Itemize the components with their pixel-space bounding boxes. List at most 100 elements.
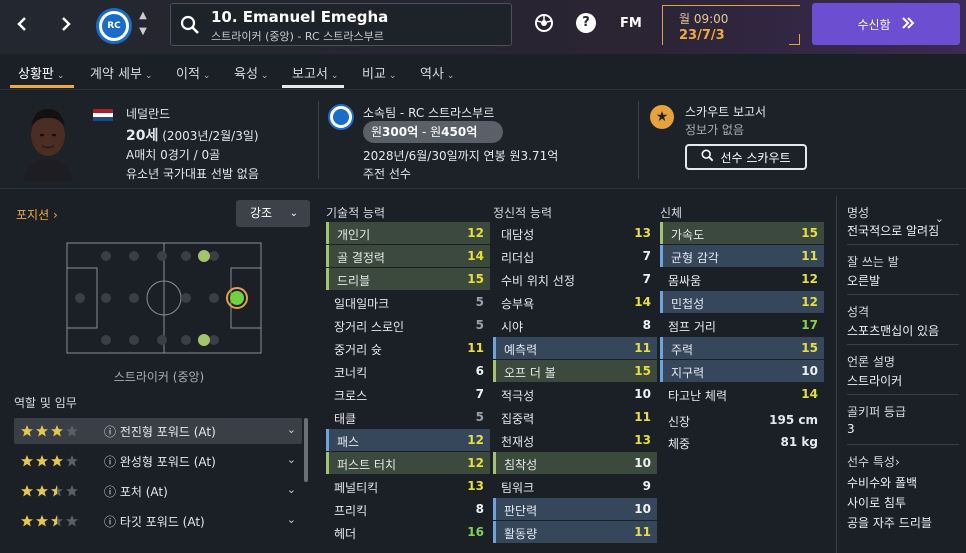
- tab-compare[interactable]: 비교 ⌄: [362, 63, 396, 82]
- player-photo: [18, 101, 78, 181]
- ball-icon[interactable]: [534, 13, 554, 36]
- role-name: 타깃 포워드 (At): [119, 515, 205, 529]
- attribute-value: 13: [634, 226, 651, 240]
- attribute-row[interactable]: 활동량 11: [493, 521, 657, 543]
- tab-active-indicator: [10, 85, 74, 88]
- roles-scrollbar[interactable]: [304, 418, 308, 482]
- attribute-row[interactable]: 집중력 11: [493, 406, 657, 428]
- divider: [847, 394, 959, 395]
- attribute-row[interactable]: 골 결정력 14: [326, 245, 490, 267]
- attribute-row[interactable]: 드리블 15: [326, 268, 490, 290]
- attribute-row[interactable]: 프리킥 8: [326, 498, 490, 520]
- help-icon[interactable]: ?: [576, 13, 596, 33]
- back-arrow-icon[interactable]: [8, 10, 36, 38]
- club-crest-small[interactable]: [328, 104, 354, 130]
- attribute-row[interactable]: 침착성 10: [493, 452, 657, 474]
- reputation-value: 전국적으로 알려짐: [847, 224, 940, 238]
- attribute-name: 대담성: [501, 228, 535, 242]
- chevron-down-icon[interactable]: ⌄: [287, 513, 296, 526]
- player-header-box[interactable]: 10. Emanuel Emegha 스트라이커 (중앙) - RC 스트라스부…: [170, 3, 512, 46]
- attribute-value: 9: [642, 479, 651, 493]
- tab-development[interactable]: 육성 ⌄: [234, 63, 268, 82]
- role-row[interactable]: ⓘ 전진형 포워드 (At) ⌄: [14, 418, 302, 444]
- attribute-row[interactable]: 시야 8: [493, 314, 657, 336]
- attribute-row[interactable]: 적극성 10: [493, 383, 657, 405]
- attribute-row[interactable]: 수비 위치 선정 7: [493, 268, 657, 290]
- attribute-row[interactable]: 승부욕 14: [493, 291, 657, 313]
- attribute-row[interactable]: 태클 5: [326, 406, 490, 428]
- chevron-down-icon[interactable]: ⌄: [287, 483, 296, 496]
- tab-history[interactable]: 역사 ⌄: [420, 63, 454, 82]
- attribute-value: 6: [475, 364, 484, 378]
- attribute-name: 집중력: [501, 412, 535, 426]
- role-stars: [20, 514, 80, 531]
- attribute-name: 지구력: [671, 366, 705, 380]
- attribute-row[interactable]: 중거리 슛 11: [326, 337, 490, 359]
- attribute-row[interactable]: 크로스 7: [326, 383, 490, 405]
- attribute-value: 5: [475, 318, 484, 332]
- highlight-dropdown[interactable]: 강조 ⌄: [236, 200, 310, 227]
- player-switcher[interactable]: ▲ ▼: [136, 8, 150, 40]
- attribute-row[interactable]: 타고난 체력 14: [660, 383, 824, 405]
- role-row[interactable]: ⓘ 포처 (At) ⌄: [14, 478, 302, 504]
- forward-arrow-icon[interactable]: [52, 10, 80, 38]
- attribute-row[interactable]: 퍼스트 터치 12: [326, 452, 490, 474]
- attribute-row[interactable]: 주력 15: [660, 337, 824, 359]
- attribute-value: 12: [801, 295, 818, 309]
- search-icon[interactable]: [180, 15, 200, 38]
- media-label: 언론 설명: [847, 355, 895, 369]
- tab-label: 역사: [420, 67, 444, 82]
- attribute-name: 드리블: [337, 274, 371, 288]
- tab-overview[interactable]: 상황판 ⌄: [18, 63, 64, 82]
- attribute-row[interactable]: 천재성 13: [493, 429, 657, 451]
- chevron-up-icon[interactable]: ▲: [136, 8, 150, 24]
- tab-contract[interactable]: 계약 세부 ⌄: [90, 63, 153, 82]
- attribute-row[interactable]: 일대일마크 5: [326, 291, 490, 313]
- role-row[interactable]: ⓘ 타깃 포워드 (At) ⌄: [14, 508, 302, 534]
- attribute-row[interactable]: 지구력 10: [660, 360, 824, 382]
- attribute-row[interactable]: 대담성 13: [493, 222, 657, 244]
- attribute-row[interactable]: 리더십 7: [493, 245, 657, 267]
- attribute-row[interactable]: 균형 감각 11: [660, 245, 824, 267]
- inbox-button[interactable]: 수신함: [812, 3, 960, 45]
- attribute-row[interactable]: 판단력 10: [493, 498, 657, 520]
- attribute-value: 16: [467, 525, 484, 539]
- chevron-down-icon[interactable]: ▼: [136, 24, 150, 40]
- club-crest[interactable]: RC: [96, 8, 132, 44]
- role-row[interactable]: ⓘ 완성형 포워드 (At) ⌄: [14, 448, 302, 474]
- position-title[interactable]: 포지션 ›: [16, 206, 58, 223]
- scout-report-title: 스카우트 보고서: [685, 105, 767, 119]
- club-name[interactable]: 소속팀 - RC 스트라스부르: [363, 104, 494, 121]
- attribute-row[interactable]: 점프 거리 17: [660, 314, 824, 336]
- chevron-down-icon[interactable]: ⌄: [287, 453, 296, 466]
- attribute-row[interactable]: 페널티킥 13: [326, 475, 490, 497]
- tab-reports[interactable]: 보고서 ⌄: [292, 63, 338, 82]
- date-panel[interactable]: 월 09:00 23/7/3: [662, 5, 800, 45]
- attribute-row[interactable]: 코너킥 6: [326, 360, 490, 382]
- chevron-down-icon[interactable]: ⌄: [287, 423, 296, 436]
- attribute-value: 11: [467, 341, 484, 355]
- value-high: 450억: [441, 125, 478, 139]
- tab-transfer[interactable]: 이적 ⌄: [176, 63, 210, 82]
- attribute-row[interactable]: 패스 12: [326, 429, 490, 451]
- transfer-value: 원300억 - 원450억: [363, 121, 503, 143]
- attribute-row[interactable]: 예측력 11: [493, 337, 657, 359]
- a-caps: A매치 0경기 / 0골: [126, 148, 221, 162]
- attribute-row[interactable]: 민첩성 12: [660, 291, 824, 313]
- attribute-row[interactable]: 팀워크 9: [493, 475, 657, 497]
- attribute-row[interactable]: 오프 더 볼 15: [493, 360, 657, 382]
- attribute-name: 일대일마크: [334, 297, 390, 311]
- scout-player-button[interactable]: 선수 스카우트: [685, 144, 807, 170]
- attribute-row[interactable]: 몸싸움 12: [660, 268, 824, 290]
- attribute-row[interactable]: 가속도 15: [660, 222, 824, 244]
- attribute-name: 예측력: [504, 343, 538, 357]
- attribute-row[interactable]: 장거리 스로인 5: [326, 314, 490, 336]
- attribute-row[interactable]: 개인기 12: [326, 222, 490, 244]
- attribute-name: 균형 감각: [671, 251, 719, 265]
- traits-title[interactable]: 선수 특성›: [847, 453, 900, 470]
- fm-logo[interactable]: FM: [620, 16, 642, 31]
- attribute-value: 11: [801, 249, 818, 263]
- attribute-name: 팀워크: [501, 481, 535, 495]
- info-icon: ⓘ: [104, 425, 117, 439]
- attribute-row[interactable]: 헤더 16: [326, 521, 490, 543]
